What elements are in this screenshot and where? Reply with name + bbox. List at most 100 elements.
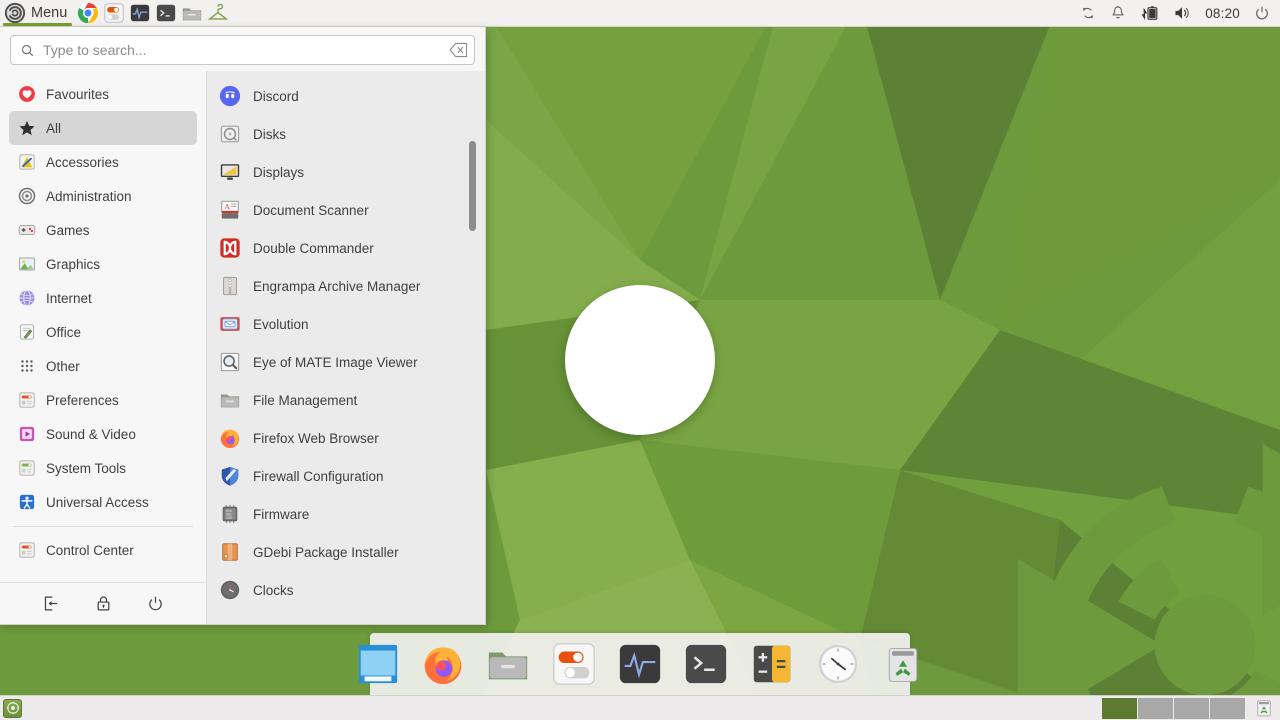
launcher-terminal[interactable] <box>153 0 179 27</box>
launcher-mate-tweak[interactable] <box>101 0 127 27</box>
menu-active-indicator <box>3 22 73 26</box>
workspace-switcher[interactable] <box>1102 697 1246 719</box>
preferences-icon <box>19 392 35 408</box>
workspace-3[interactable] <box>1174 697 1210 719</box>
menu-sidebar: Favourites All Accessories Administratio… <box>0 71 206 624</box>
image-icon <box>19 257 35 271</box>
sidebar-item-office[interactable]: Office <box>9 315 197 349</box>
system-tools-icon <box>19 460 35 476</box>
sidebar-item-internet[interactable]: Internet <box>9 281 197 315</box>
search-input[interactable]: Type to search... <box>10 35 475 65</box>
app-list-scrollbar[interactable] <box>469 141 476 231</box>
workspace-1[interactable] <box>1102 697 1138 719</box>
star-icon <box>19 120 35 136</box>
shutdown-button[interactable] <box>144 593 166 615</box>
log-out-button[interactable] <box>40 593 62 615</box>
bottom-panel <box>0 695 1280 720</box>
control-center-icon <box>19 542 35 558</box>
rotation-icon <box>1083 7 1093 19</box>
pulse-icon <box>131 4 150 22</box>
sidebar-item-other[interactable]: Other <box>9 349 197 383</box>
firewall-icon <box>221 466 239 486</box>
sidebar-item-system-tools[interactable]: System Tools <box>9 451 197 485</box>
clear-icon[interactable] <box>449 42 468 58</box>
sidebar-item-sound-video[interactable]: Sound & Video <box>9 417 197 451</box>
hanger-icon <box>208 3 229 20</box>
sidebar-label: Universal Access <box>46 494 149 510</box>
app-item-firewall-configuration[interactable]: Firewall Configuration <box>207 457 485 495</box>
dock-item-trash[interactable] <box>881 640 925 688</box>
workspace-4[interactable] <box>1210 697 1246 719</box>
sidebar-item-preferences[interactable]: Preferences <box>9 383 197 417</box>
mate-logo-icon <box>4 2 26 24</box>
app-item-displays[interactable]: Displays <box>207 153 485 191</box>
clocks-icon <box>220 580 240 600</box>
app-item-eye-of-mate[interactable]: Eye of MATE Image Viewer <box>207 343 485 381</box>
application-list[interactable]: Discord Disks Displays A Document Scanne… <box>206 71 485 624</box>
app-label: Document Scanner <box>253 202 369 218</box>
sidebar-item-all[interactable]: All <box>9 111 197 145</box>
dock-item-firefox[interactable] <box>421 640 465 688</box>
sidebar-item-universal-access[interactable]: Universal Access <box>9 485 197 519</box>
launcher-google-chrome[interactable] <box>75 0 101 27</box>
app-item-discord[interactable]: Discord <box>207 77 485 115</box>
lock-screen-button[interactable] <box>92 593 114 615</box>
tray-power-button[interactable] <box>1254 5 1270 21</box>
sidebar-label: System Tools <box>46 460 127 476</box>
launcher-file-manager[interactable] <box>179 0 205 27</box>
show-desktop-button[interactable] <box>3 698 22 718</box>
ubuntu-mate-logo <box>565 285 1280 720</box>
sidebar-item-favourites[interactable]: Favourites <box>9 77 197 111</box>
app-item-evolution[interactable]: Evolution <box>207 305 485 343</box>
app-item-firefox[interactable]: Firefox Web Browser <box>207 419 485 457</box>
dock-item-clock[interactable] <box>815 640 861 688</box>
sidebar-item-administration[interactable]: Administration <box>9 179 197 213</box>
heart-icon <box>19 86 35 102</box>
app-item-engrampa[interactable]: Engrampa Archive Manager <box>207 267 485 305</box>
sidebar-item-graphics[interactable]: Graphics <box>9 247 197 281</box>
app-label: Engrampa Archive Manager <box>253 278 421 294</box>
dock-item-window-app[interactable] <box>355 640 401 688</box>
dock-item-system-monitor[interactable] <box>617 640 663 688</box>
pulse-icon <box>619 644 661 684</box>
dock-item-file-manager[interactable] <box>485 640 531 688</box>
search-icon <box>21 44 34 56</box>
app-item-gdebi[interactable]: GDebi Package Installer <box>207 533 485 571</box>
dock <box>358 633 918 695</box>
dock-item-terminal[interactable] <box>683 640 729 688</box>
svg-text:A: A <box>225 202 231 211</box>
launcher-hanger[interactable] <box>205 0 231 27</box>
dock-item-mate-tweak[interactable] <box>551 640 597 688</box>
app-item-clocks[interactable]: Clocks <box>207 571 485 609</box>
tray-volume[interactable] <box>1173 5 1191 21</box>
tray-screen-rotation[interactable] <box>1080 5 1096 21</box>
app-item-firmware[interactable]: 010 001 100 Firmware <box>207 495 485 533</box>
tray-notifications[interactable] <box>1110 5 1126 21</box>
app-item-double-commander[interactable]: Double Commander <box>207 229 485 267</box>
sidebar-divider <box>13 526 193 527</box>
sidebar-label: Favourites <box>46 86 110 102</box>
menu-button[interactable]: Menu <box>0 0 75 27</box>
workspace-2[interactable] <box>1138 697 1174 719</box>
calculator-icon <box>753 645 791 683</box>
dock-item-calculator[interactable] <box>749 640 795 688</box>
folder-icon <box>183 8 202 21</box>
app-item-document-scanner[interactable]: A Document Scanner <box>207 191 485 229</box>
folder-icon <box>488 652 528 680</box>
app-item-file-management[interactable]: File Management <box>207 381 485 419</box>
top-panel: Menu 08:20 <box>0 0 1280 27</box>
sidebar-label: Sound & Video <box>46 426 136 442</box>
launcher-system-monitor[interactable] <box>127 0 153 27</box>
tray-battery[interactable] <box>1140 5 1159 22</box>
clock[interactable]: 08:20 <box>1205 6 1240 21</box>
sidebar-item-control-center[interactable]: Control Center <box>9 533 197 567</box>
window-list[interactable] <box>22 696 1102 720</box>
trash-applet[interactable] <box>1252 697 1276 720</box>
sidebar-item-accessories[interactable]: Accessories <box>9 145 197 179</box>
app-item-disks[interactable]: Disks <box>207 115 485 153</box>
sidebar-label: Accessories <box>46 154 119 170</box>
accessibility-icon <box>19 494 35 510</box>
sidebar-item-games[interactable]: Games <box>9 213 197 247</box>
toggles-icon <box>104 3 124 23</box>
disks-icon <box>220 125 240 143</box>
